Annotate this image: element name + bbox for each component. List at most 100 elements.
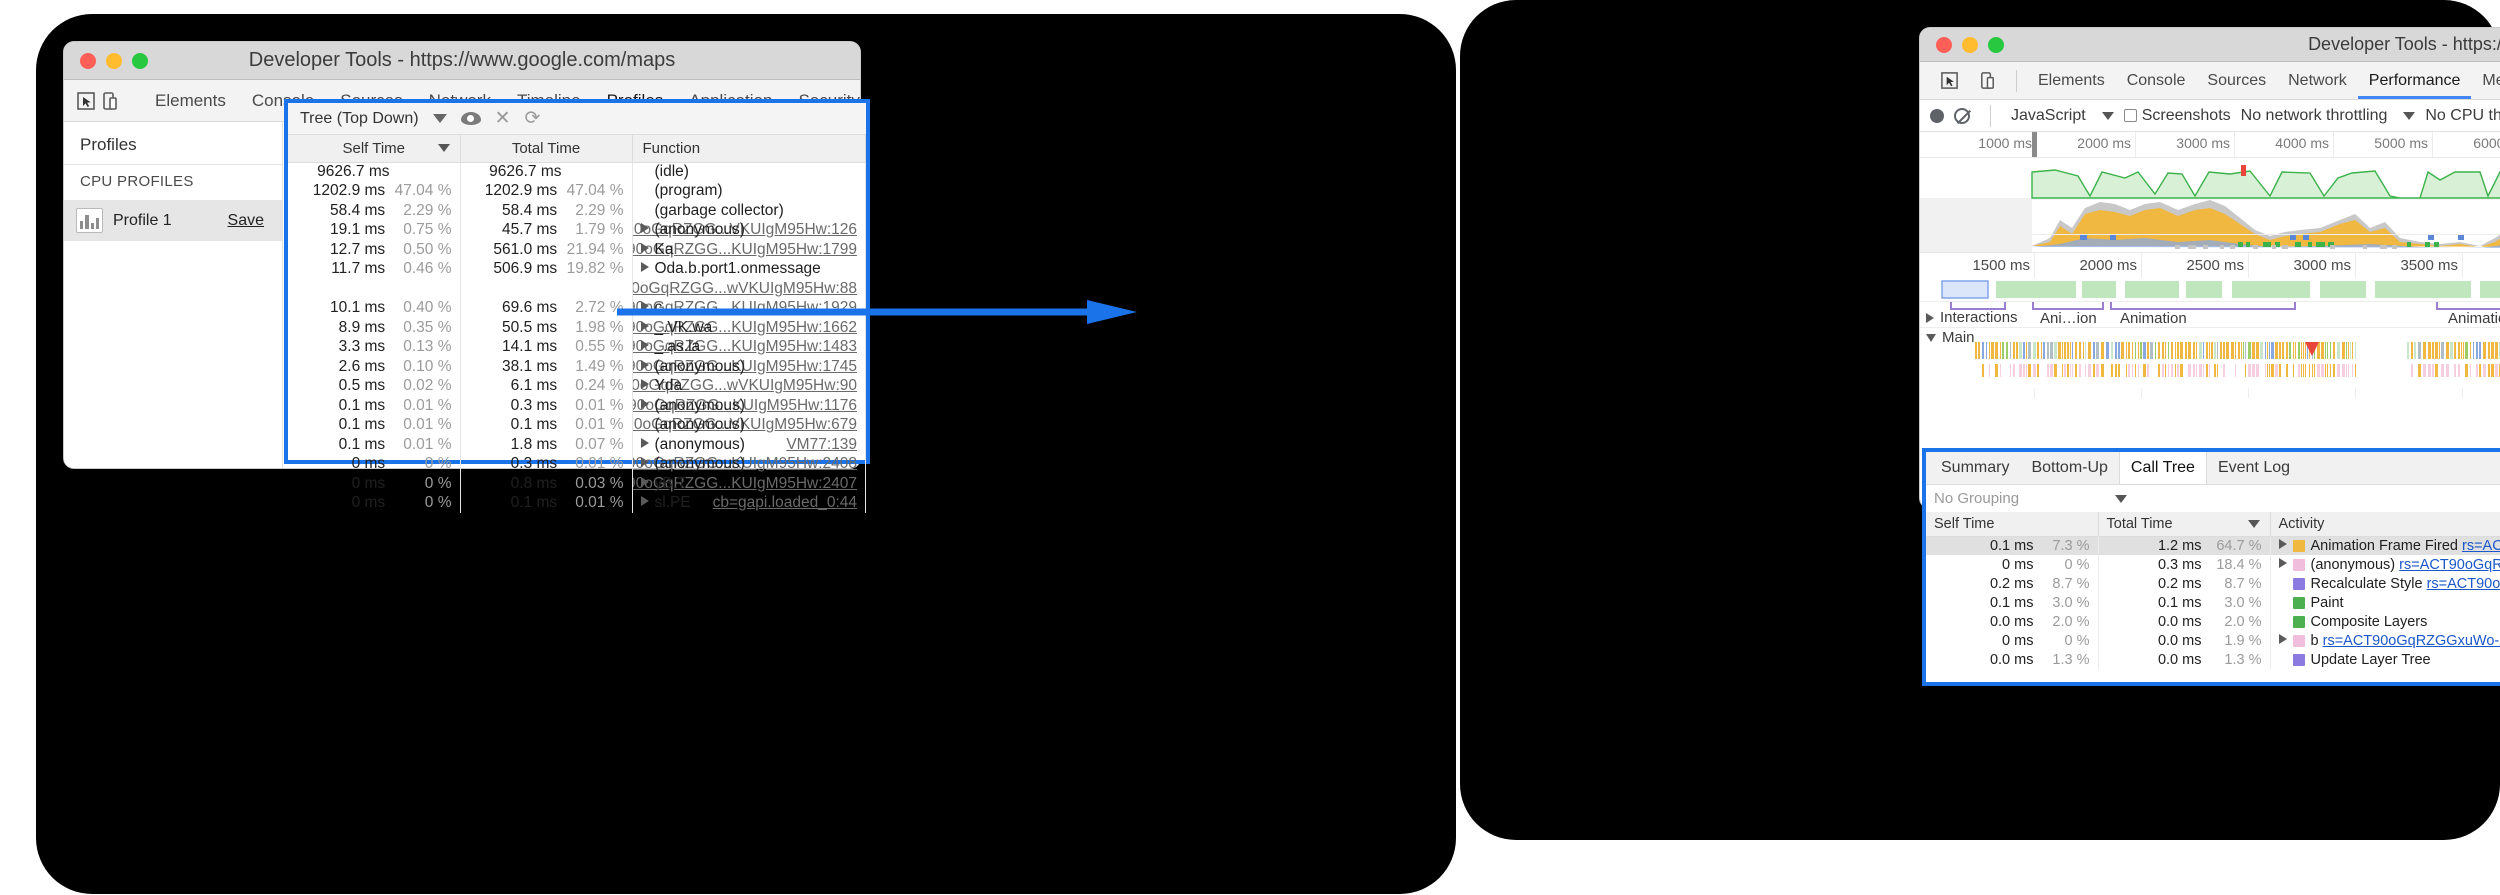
source-link[interactable]: rs=ACT90oGqRZGG...wVKUIgM95Hw:88 bbox=[632, 280, 857, 298]
tab-performance[interactable]: Performance bbox=[2358, 62, 2472, 99]
timeline-scrubber-handle[interactable] bbox=[2032, 132, 2037, 157]
collapse-triangle-icon[interactable] bbox=[1926, 334, 1936, 342]
chevron-down-icon[interactable] bbox=[2403, 112, 2415, 120]
close-window-button[interactable] bbox=[1936, 37, 1952, 53]
column-function[interactable]: Function bbox=[632, 135, 866, 162]
overview-graphs[interactable]: FPS CPU NET bbox=[1920, 158, 2500, 252]
network-throttling-label[interactable]: No network throttling bbox=[2241, 107, 2388, 125]
column-total-time[interactable]: Total Time bbox=[2098, 512, 2270, 536]
clear-recording-icon[interactable] bbox=[1954, 108, 1970, 124]
source-link[interactable]: rs=ACT90oGqRZGG.. bbox=[2399, 557, 2500, 573]
cell-function[interactable]: cb=gapi.loaded_0:44sl.PE bbox=[632, 494, 866, 514]
cell-function[interactable]: rs=ACT90oGqRZGG...KUIgM95Hw:2408(anonymo… bbox=[632, 455, 866, 475]
table-row[interactable]: 9626.7 ms9626.7 ms(idle) bbox=[288, 162, 866, 182]
eye-icon[interactable] bbox=[461, 112, 481, 125]
table-row[interactable]: 58.4 ms 2.29 %58.4 ms 2.29 %(garbage col… bbox=[288, 201, 866, 221]
cell-function[interactable]: (garbage collector) bbox=[632, 201, 866, 221]
sidebar-item-profile-1[interactable]: Profile 1 Save bbox=[64, 200, 282, 241]
tab-elements[interactable]: Elements bbox=[142, 80, 239, 121]
table-row[interactable]: 0 ms 0 %0.1 ms 0.01 %cb=gapi.loaded_0:44… bbox=[288, 494, 866, 514]
expand-triangle-icon[interactable] bbox=[2279, 558, 2287, 568]
table-row[interactable]: 0 ms 0 %0.3 ms 0.01 %rs=ACT90oGqRZGG...K… bbox=[288, 455, 866, 475]
table-row[interactable]: rs=ACT90oGqRZGG...wVKUIgM95Hw:88 bbox=[288, 279, 866, 299]
table-row[interactable]: 0.1 ms 0.01 %0.1 ms 0.01 %rs=ACT90oGqRZG… bbox=[288, 416, 866, 436]
cell-function[interactable]: rs=ACT90oGqRZGG...VKUIgM95Hw:679(anonymo… bbox=[632, 416, 866, 436]
tab-console[interactable]: Console bbox=[2116, 62, 2197, 99]
tree-mode-label[interactable]: Tree (Top Down) bbox=[300, 110, 419, 128]
chevron-down-icon[interactable] bbox=[2102, 112, 2114, 120]
table-row[interactable]: 0.1 ms 3.0 %0.1 ms 3.0 %Paint bbox=[1926, 593, 2500, 612]
cell-function[interactable]: rs=ACT90oGqRZGG...VKUIgM95Hw:126(anonymo… bbox=[632, 221, 866, 241]
cell-activity[interactable]: Composite Layers bbox=[2270, 612, 2500, 631]
cell-function[interactable]: (idle) bbox=[632, 162, 866, 182]
table-row[interactable]: 0.0 ms 2.0 %0.0 ms 2.0 %Composite Layers bbox=[1926, 612, 2500, 631]
interactions-track-row[interactable]: Interactions Ani…ion Animation Animation… bbox=[1920, 302, 2500, 328]
table-row[interactable]: 2.6 ms 0.10 %38.1 ms 1.49 %rs=ACT90oGqRZ… bbox=[288, 357, 866, 377]
context-selector-label[interactable]: JavaScript bbox=[2011, 107, 2086, 125]
cell-activity[interactable]: Update Layer Tree bbox=[2270, 650, 2500, 669]
table-row[interactable]: 0 ms 0 %0.3 ms 18.4 %(anonymous) rs=ACT9… bbox=[1926, 555, 2500, 574]
source-link[interactable]: rs=ACT90oGqR… bbox=[2427, 576, 2500, 592]
grouping-row[interactable]: No Grouping bbox=[1926, 485, 2500, 512]
refresh-icon[interactable]: ⟳ bbox=[524, 109, 540, 128]
expand-triangle-icon[interactable] bbox=[641, 477, 649, 487]
cell-function[interactable]: rs=ACT90oGqRZGG...KUIgM95Hw:1745(anonymo… bbox=[632, 357, 866, 377]
tab-network[interactable]: Network bbox=[2277, 62, 2358, 99]
cell-function[interactable]: rs=ACT90oGqRZGG...KUIgM95Hw:1483_.as.la bbox=[632, 338, 866, 358]
source-link[interactable]: rs=ACT90oGqRZGGxuWo-z8B… bbox=[2323, 633, 2500, 649]
expand-triangle-icon[interactable] bbox=[641, 223, 649, 233]
table-row[interactable]: 1202.9 ms 47.04 %1202.9 ms 47.04 %(progr… bbox=[288, 182, 866, 202]
expand-triangle-icon[interactable] bbox=[641, 243, 649, 253]
table-row[interactable]: 0 ms 0 %0.0 ms 1.9 %b rs=ACT90oGqRZGGxuW… bbox=[1926, 631, 2500, 650]
source-link[interactable]: cb=gapi.loaded_0:44 bbox=[713, 494, 857, 512]
table-row[interactable]: 0.5 ms 0.02 %6.1 ms 0.24 %rs=ACT90oGqRZG… bbox=[288, 377, 866, 397]
column-self-time[interactable]: Self Time bbox=[288, 135, 460, 162]
zoomed-ruler[interactable]: 1500 ms2000 ms2500 ms3000 ms3500 ms4000 … bbox=[1920, 252, 2500, 278]
cell-activity[interactable]: Paint bbox=[2270, 593, 2500, 612]
cell-activity[interactable]: b rs=ACT90oGqRZGGxuWo-z8B… bbox=[2270, 631, 2500, 650]
expand-triangle-icon[interactable] bbox=[1926, 313, 1934, 323]
table-row[interactable]: 19.1 ms 0.75 %45.7 ms 1.79 %rs=ACT90oGqR… bbox=[288, 221, 866, 241]
cell-function[interactable]: rs=ACT90oGqRZGG...wVKUIgM95Hw:88 bbox=[632, 279, 866, 299]
cell-activity[interactable]: Recalculate Style rs=ACT90oGqR… bbox=[2270, 574, 2500, 593]
column-total-time[interactable]: Total Time bbox=[460, 135, 632, 162]
chevron-down-icon[interactable] bbox=[2115, 495, 2127, 503]
source-link[interactable]: VM77:139 bbox=[786, 436, 857, 454]
table-row[interactable]: 0.1 ms 0.01 %0.3 ms 0.01 %rs=ACT90oGqRZG… bbox=[288, 396, 866, 416]
expand-triangle-icon[interactable] bbox=[641, 340, 649, 350]
cpu-throttling-label[interactable]: No CPU throttling bbox=[2425, 107, 2500, 125]
toggle-device-toolbar-icon[interactable] bbox=[1970, 66, 2004, 96]
cell-function[interactable]: VM77:139(anonymous) bbox=[632, 435, 866, 455]
interactions-track-strip[interactable] bbox=[1920, 278, 2500, 302]
table-row[interactable]: 12.7 ms 0.50 %561.0 ms 21.94 %rs=ACT90oG… bbox=[288, 240, 866, 260]
table-row[interactable]: 11.7 ms 0.46 %506.9 ms 19.82 %Oda.b.port… bbox=[288, 260, 866, 280]
minimize-window-button[interactable] bbox=[106, 53, 122, 69]
maximize-window-button[interactable] bbox=[132, 53, 148, 69]
expand-triangle-icon[interactable] bbox=[2279, 634, 2287, 644]
close-icon[interactable]: ✕ bbox=[495, 109, 511, 128]
table-row[interactable]: 0.1 ms 0.01 %1.8 ms 0.07 %VM77:139(anony… bbox=[288, 435, 866, 455]
column-self-time[interactable]: Self Time bbox=[1926, 512, 2098, 536]
main-track-header[interactable]: Main bbox=[1920, 328, 2500, 342]
expand-triangle-icon[interactable] bbox=[641, 379, 649, 389]
source-link[interactable]: rs=ACT90… bbox=[2462, 538, 2500, 554]
cell-function[interactable]: rs=ACT90oGqRZGG...KUIgM95Hw:2407yB.T bbox=[632, 474, 866, 494]
overview-ruler[interactable]: 1000 ms2000 ms3000 ms4000 ms5000 ms6000 … bbox=[1920, 132, 2500, 158]
table-row[interactable]: 0.1 ms 7.3 %1.2 ms 64.7 %Animation Frame… bbox=[1926, 536, 2500, 555]
tab-call-tree[interactable]: Call Tree bbox=[2119, 452, 2207, 484]
cell-function[interactable]: Oda.b.port1.onmessage bbox=[632, 260, 866, 280]
window-controls[interactable] bbox=[64, 53, 148, 69]
tab-sources[interactable]: Sources bbox=[2196, 62, 2277, 99]
cell-function[interactable]: rs=ACT90oGqRZGG...KUIgM95Hw:1799Ka bbox=[632, 240, 866, 260]
expand-triangle-icon[interactable] bbox=[641, 496, 649, 506]
main-flamechart[interactable] bbox=[1920, 342, 2500, 388]
cell-activity[interactable]: (anonymous) rs=ACT90oGqRZGG.. bbox=[2270, 555, 2500, 574]
screenshots-checkbox[interactable]: Screenshots bbox=[2124, 107, 2231, 125]
toggle-device-toolbar-icon[interactable] bbox=[100, 86, 120, 116]
expand-triangle-icon[interactable] bbox=[641, 360, 649, 370]
expand-triangle-icon[interactable] bbox=[641, 262, 649, 272]
save-profile-link[interactable]: Save bbox=[228, 212, 270, 230]
tab-elements[interactable]: Elements bbox=[2027, 62, 2116, 99]
tab-memory[interactable]: Memory bbox=[2471, 62, 2500, 99]
minimize-window-button[interactable] bbox=[1962, 37, 1978, 53]
